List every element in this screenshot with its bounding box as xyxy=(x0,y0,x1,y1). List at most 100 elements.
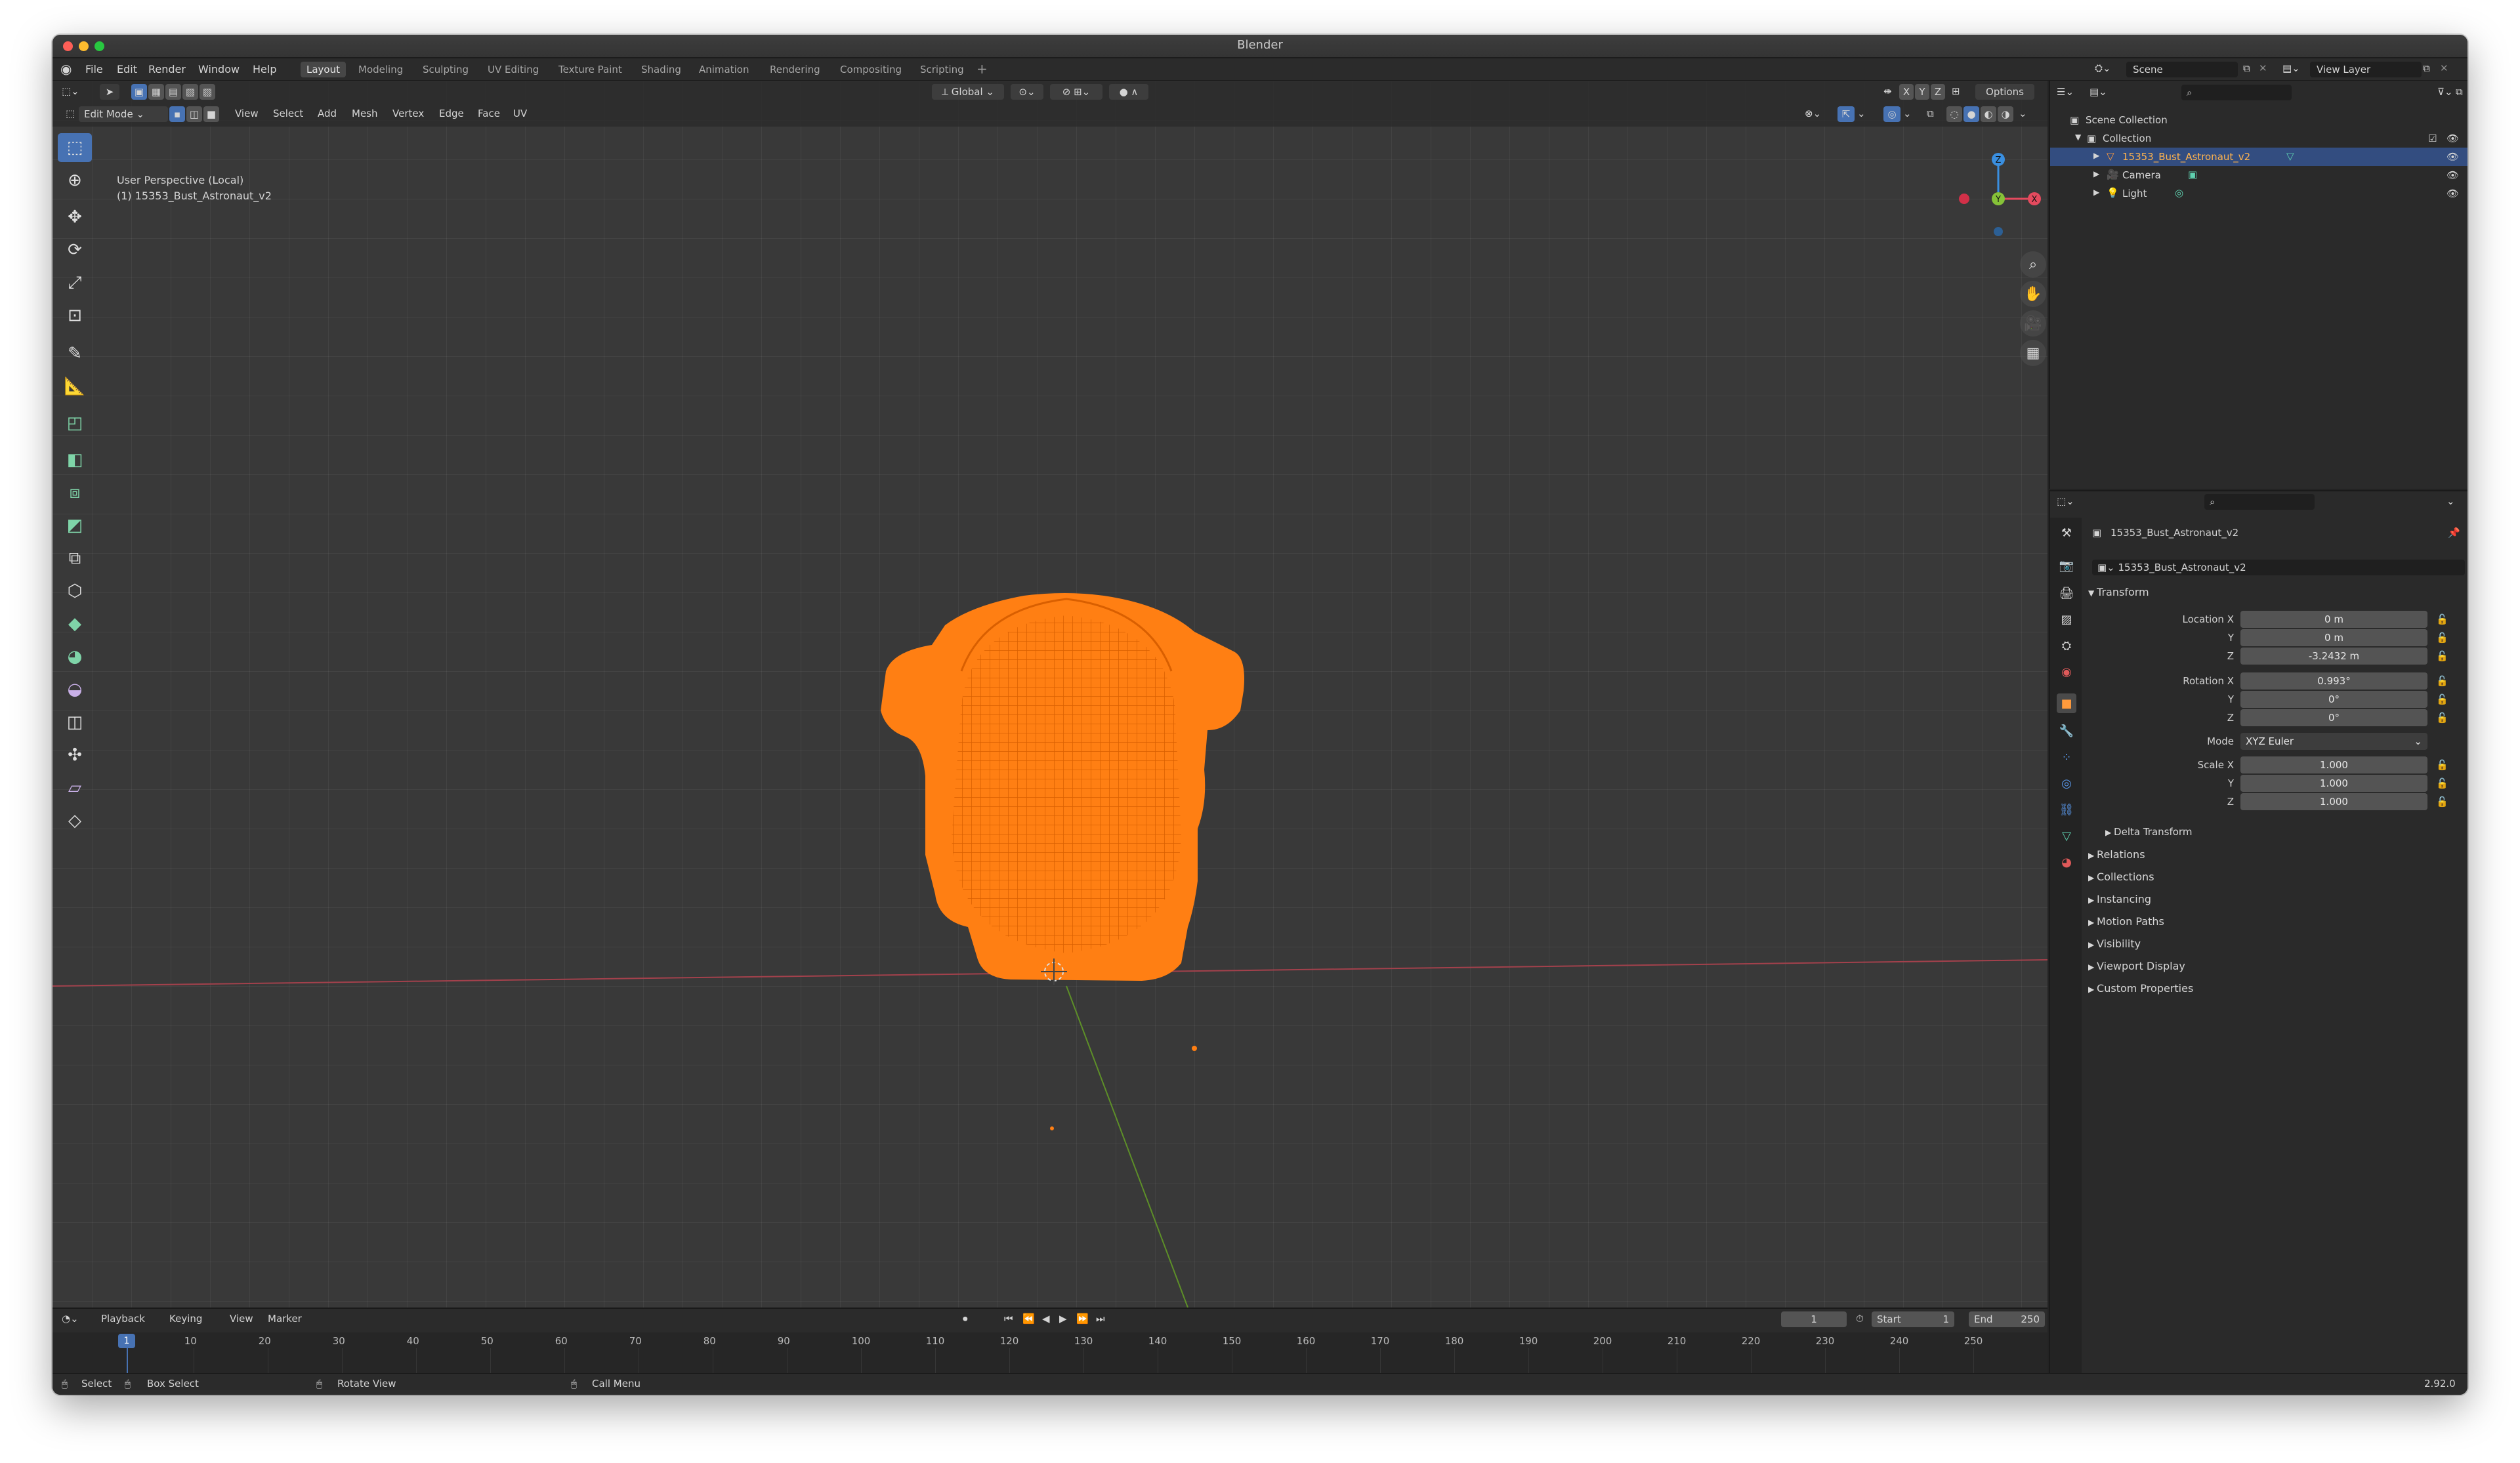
tab-animation[interactable]: Animation xyxy=(693,62,755,77)
pan-hand-icon[interactable]: ✋ xyxy=(2020,281,2046,307)
menu-uv[interactable]: UV xyxy=(513,108,527,119)
scene-tab-icon[interactable]: ⛭ xyxy=(2057,636,2076,655)
blender-logo-icon[interactable]: ◉ xyxy=(60,61,72,77)
visibility-icon[interactable]: ⊗⌄ xyxy=(1805,108,1821,119)
frame-start-field[interactable]: Start 1 xyxy=(1872,1311,1954,1327)
options-dropdown[interactable]: Options xyxy=(1975,84,2034,100)
location-z-lock-icon[interactable]: 🔓 xyxy=(2436,650,2448,662)
scale-y-lock-icon[interactable]: 🔓 xyxy=(2436,777,2448,789)
rotation-x-field[interactable]: 0.993° xyxy=(2240,672,2427,690)
mirror-x-toggle[interactable]: X xyxy=(1899,84,1914,100)
particles-tab-icon[interactable]: ⁘ xyxy=(2057,747,2076,767)
menu-mesh[interactable]: Mesh xyxy=(352,108,378,119)
outliner-search-field[interactable]: ⌕ xyxy=(2181,85,2292,100)
current-frame-field[interactable]: 1 xyxy=(1781,1311,1847,1327)
shading-rendered-icon[interactable]: ◑ xyxy=(1998,106,2013,122)
properties-options-icon[interactable]: ⌄ xyxy=(2446,495,2455,507)
outliner-editor-type-icon[interactable]: ☰⌄ xyxy=(2057,86,2074,98)
measure-tool-icon[interactable]: 📐 xyxy=(58,372,92,401)
proportional-edit-icon[interactable]: ● ∧ xyxy=(1109,84,1148,100)
outliner-row-light[interactable]: ▶ 💡 Light ◎ 👁 xyxy=(2050,184,2468,203)
tab-layout[interactable]: Layout xyxy=(301,62,346,77)
physics-tab-icon[interactable]: ◎ xyxy=(2057,773,2076,793)
menu-playback[interactable]: Playback xyxy=(101,1313,145,1325)
transform-tool-icon[interactable]: ⊡ xyxy=(58,301,92,330)
collections-panel[interactable]: ▶ Collections xyxy=(2088,871,2154,883)
outliner-row-collection[interactable]: ▼ ▣ Collection ☑ 👁 xyxy=(2050,129,2468,148)
xray-toggle-icon[interactable]: ⧉ xyxy=(1927,108,1934,119)
tab-uv-editing[interactable]: UV Editing xyxy=(482,62,545,77)
menu-vertex[interactable]: Vertex xyxy=(392,108,424,119)
properties-editor[interactable]: ⬚⌄ ⌕ ⌄ ⚒ 📷 🖨 ▨ ⛭ ◉ ■ 🔧 ⁘ ◎ ⛓ ▽ ◕ ▣ 15353… xyxy=(2049,490,2468,1374)
editor-type-icon[interactable]: ⬚⌄ xyxy=(62,85,79,97)
rotation-mode-dropdown[interactable]: XYZ Euler ⌄ xyxy=(2240,733,2427,750)
menu-select[interactable]: Select xyxy=(273,108,303,119)
gizmo-dropdown-icon[interactable]: ⌄ xyxy=(1857,108,1866,119)
object-datablock-field[interactable]: ▣⌄ 15353_Bust_Astronaut_v2 xyxy=(2092,560,2465,575)
auto-keying-icon[interactable]: ⏺ xyxy=(963,1313,968,1325)
shading-solid-icon[interactable]: ● xyxy=(1964,106,1979,122)
view-layer-remove-icon[interactable]: ✕ xyxy=(2440,62,2448,74)
tab-compositing[interactable]: Compositing xyxy=(834,62,908,77)
mirror-y-toggle[interactable]: Y xyxy=(1915,84,1929,100)
menu-file[interactable]: File xyxy=(85,63,103,75)
data-tab-icon[interactable]: ▽ xyxy=(2057,826,2076,846)
stopwatch-icon[interactable]: ⏱ xyxy=(1856,1313,1864,1325)
menu-window[interactable]: Window xyxy=(198,63,240,75)
expand-arrow-icon[interactable]: ▶ xyxy=(2093,188,2099,197)
location-x-field[interactable]: 0 m xyxy=(2240,611,2427,628)
display-mode-icon[interactable]: ▤⌄ xyxy=(2090,86,2107,98)
view-layer-icon[interactable]: ▤⌄ xyxy=(2282,62,2300,74)
visibility-eye-icon[interactable]: 👁 xyxy=(2446,151,2459,163)
rotation-z-lock-icon[interactable]: 🔓 xyxy=(2436,712,2448,724)
perspective-grid-icon[interactable]: ▦ xyxy=(2020,340,2046,366)
world-tab-icon[interactable]: ◉ xyxy=(2057,662,2076,682)
properties-editor-type-icon[interactable]: ⬚⌄ xyxy=(2057,495,2074,507)
menu-edge[interactable]: Edge xyxy=(439,108,464,119)
new-collection-icon[interactable]: ⧉ xyxy=(2456,86,2463,98)
timeline-editor-type-icon[interactable]: ◔⌄ xyxy=(62,1313,79,1325)
smooth-tool-icon[interactable]: ◒ xyxy=(58,675,92,704)
face-select-icon[interactable]: ■ xyxy=(203,106,219,122)
poly-build-tool-icon[interactable]: ◆ xyxy=(58,609,92,638)
overlay-toggle-icon[interactable]: ◎ xyxy=(1883,106,1900,122)
rotation-y-field[interactable]: 0° xyxy=(2240,691,2427,708)
select-box-tool-icon[interactable]: ⬚ xyxy=(58,133,92,162)
astronaut-bust-mesh[interactable] xyxy=(881,593,1244,1130)
transform-orientation-dropdown[interactable]: ⟂ Global ⌄ xyxy=(932,84,1004,100)
tab-modeling[interactable]: Modeling xyxy=(352,62,409,77)
view-layer-field[interactable]: View Layer xyxy=(2310,62,2422,77)
tab-rendering[interactable]: Rendering xyxy=(764,62,826,77)
outliner-editor[interactable]: ☰⌄ ▤⌄ ⌕ ⊽⌄ ⧉ ▣ Scene Collection ▼ ▣ Coll… xyxy=(2049,81,2468,489)
play-reverse-icon[interactable]: ◀ xyxy=(1042,1313,1050,1325)
motion-paths-panel[interactable]: ▶ Motion Paths xyxy=(2088,915,2164,928)
jump-start-icon[interactable]: ⏮ xyxy=(1004,1313,1013,1325)
mirror-z-toggle[interactable]: Z xyxy=(1931,84,1945,100)
move-tool-icon[interactable]: ✥ xyxy=(58,203,92,232)
material-tab-icon[interactable]: ◕ xyxy=(2057,852,2076,872)
relations-panel[interactable]: ▶ Relations xyxy=(2088,848,2145,861)
spin-tool-icon[interactable]: ◕ xyxy=(58,642,92,671)
outliner-row-scene-collection[interactable]: ▣ Scene Collection xyxy=(2050,111,2468,129)
properties-search-field[interactable]: ⌕ xyxy=(2204,494,2315,510)
scale-tool-icon[interactable]: ⤢ xyxy=(58,268,92,297)
rip-tool-icon[interactable]: ◇ xyxy=(58,806,92,835)
tab-sculpting[interactable]: Sculpting xyxy=(417,62,474,77)
pin-icon[interactable]: 📌 xyxy=(2448,527,2460,539)
view-layer-tab-icon[interactable]: ▨ xyxy=(2057,609,2076,629)
select-mode-extend-icon[interactable]: ▦ xyxy=(148,84,164,100)
overlay-dropdown-icon[interactable]: ⌄ xyxy=(1903,108,1912,119)
menu-add[interactable]: Add xyxy=(318,108,337,119)
expand-arrow-icon[interactable]: ▼ xyxy=(2075,133,2081,142)
shading-dropdown-icon[interactable]: ⌄ xyxy=(2019,108,2027,119)
select-mode-new-icon[interactable]: ▣ xyxy=(131,84,147,100)
custom-properties-panel[interactable]: ▶ Custom Properties xyxy=(2088,982,2193,995)
location-x-lock-icon[interactable]: 🔓 xyxy=(2436,613,2448,625)
bevel-tool-icon[interactable]: ◩ xyxy=(58,511,92,540)
scale-y-field[interactable]: 1.000 xyxy=(2240,775,2427,792)
expand-arrow-icon[interactable]: ▶ xyxy=(2093,151,2099,160)
rotate-tool-icon[interactable]: ⟳ xyxy=(58,236,92,264)
object-tab-icon[interactable]: ■ xyxy=(2057,693,2076,713)
select-mode-intersect-icon[interactable]: ▨ xyxy=(200,84,215,100)
shading-wireframe-icon[interactable]: ◌ xyxy=(1946,106,1962,122)
